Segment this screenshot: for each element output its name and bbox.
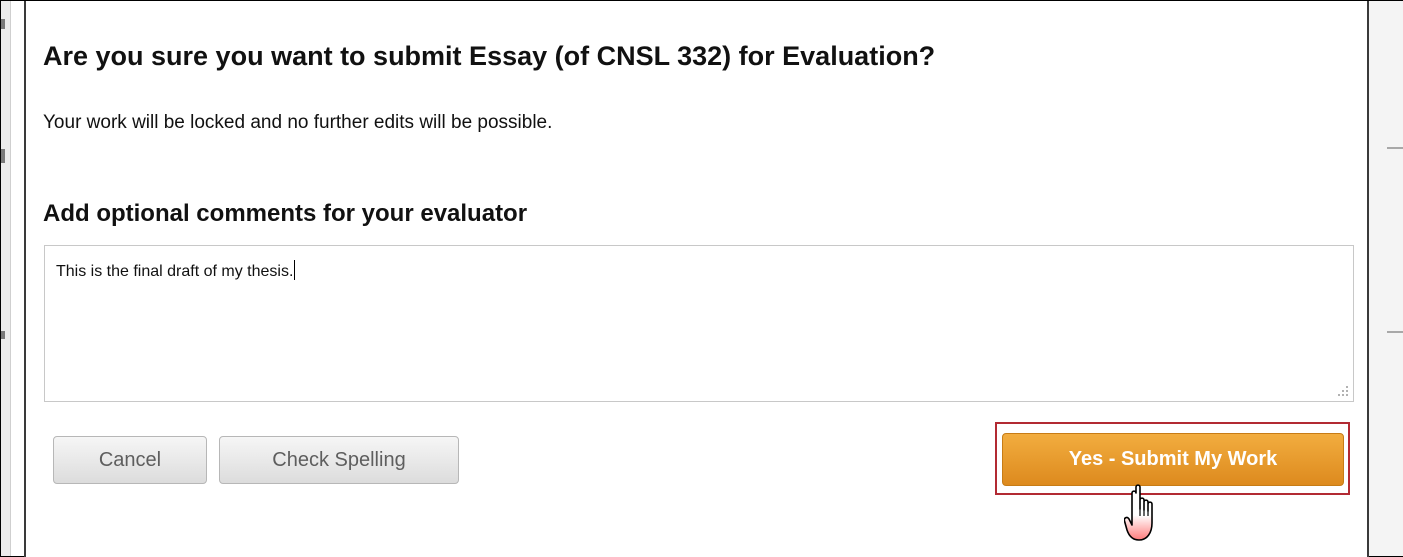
background-window-left-edge	[1, 1, 11, 556]
background-mark	[1, 149, 5, 163]
background-mark	[1, 19, 5, 29]
background-mark	[1387, 147, 1403, 149]
comment-text-wrapper: This is the final draft of my thesis.	[56, 260, 296, 281]
background-mark	[1387, 331, 1403, 333]
hand-pointer-icon	[1124, 484, 1153, 541]
submit-my-work-button[interactable]: Yes - Submit My Work	[1002, 433, 1344, 486]
comment-text: This is the final draft of my thesis.	[56, 263, 294, 280]
comments-heading: Add optional comments for your evaluator	[43, 200, 528, 227]
check-spelling-button[interactable]: Check Spelling	[219, 436, 459, 484]
lock-warning-message: Your work will be locked and no further …	[43, 112, 553, 133]
evaluator-comments-textarea[interactable]: This is the final draft of my thesis.	[44, 245, 1354, 402]
resize-grip-icon[interactable]	[1335, 383, 1349, 397]
submit-confirmation-dialog: Are you sure you want to submit Essay (o…	[24, 1, 1369, 557]
dialog-title: Are you sure you want to submit Essay (o…	[43, 41, 936, 71]
cancel-button[interactable]: Cancel	[53, 436, 207, 484]
background-mark	[1, 331, 5, 339]
background-window-right-edge	[1368, 1, 1403, 556]
text-caret	[294, 260, 296, 280]
